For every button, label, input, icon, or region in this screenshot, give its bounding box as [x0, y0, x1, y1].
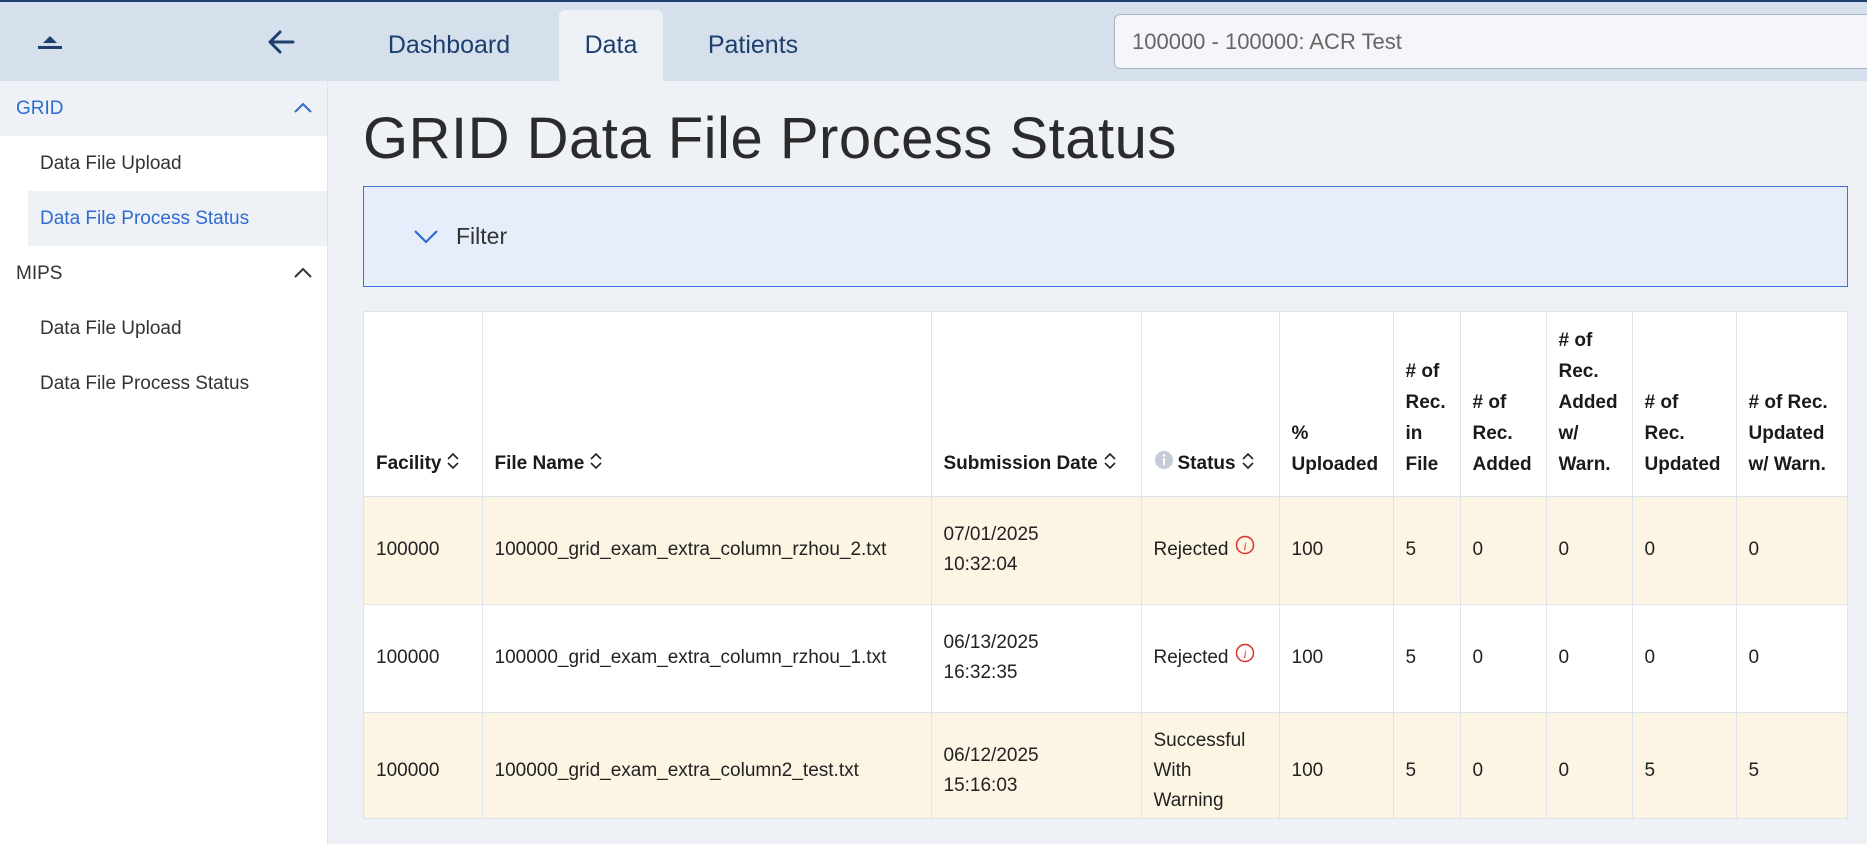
cell-rec-added-warn: 0	[1546, 604, 1633, 713]
table-row: 100000 100000_grid_exam_extra_column_rzh…	[364, 496, 1847, 605]
sidebar-item-label: Data File Upload	[40, 152, 182, 174]
svg-text:i: i	[1243, 539, 1246, 553]
column-header-label: File Name	[494, 453, 585, 475]
chevron-up-icon	[293, 98, 313, 120]
cell-rec-in-file: 5	[1393, 712, 1461, 818]
column-header-rec-added-warn: # of Rec. Added w/ Warn.	[1546, 312, 1633, 497]
column-header-label: Facility	[376, 453, 442, 475]
cell-rec-in-file: 5	[1393, 496, 1461, 605]
rejection-info-icon[interactable]: i	[1235, 535, 1255, 565]
eject-icon[interactable]	[32, 24, 68, 60]
organization-select-value: 100000 - 100000: ACR Test	[1132, 28, 1402, 54]
cell-file-name: 100000_grid_exam_extra_column_rzhou_2.tx…	[482, 496, 932, 605]
info-icon[interactable]	[1154, 449, 1174, 480]
column-header-label: Submission Date	[943, 453, 1098, 475]
cell-rec-updated-warn: 0	[1736, 496, 1847, 605]
sidebar-item-grid-data-file-upload[interactable]: Data File Upload	[0, 136, 327, 191]
sidebar-section-label: MIPS	[16, 262, 63, 284]
cell-rec-updated: 0	[1632, 496, 1737, 605]
submission-time: 16:32:35	[943, 662, 1018, 683]
sidebar: GRID Data File Upload Data File Process …	[0, 2, 328, 844]
sidebar-section-label: GRID	[16, 97, 64, 119]
cell-facility: 100000	[364, 496, 483, 605]
column-header-facility[interactable]: Facility	[364, 312, 483, 497]
sort-icon[interactable]	[590, 449, 602, 480]
process-status-table: Facility File Name Submission Date Statu…	[363, 311, 1848, 819]
tab-patients[interactable]: Patients	[678, 10, 828, 81]
column-header-submission-date[interactable]: Submission Date	[931, 312, 1142, 497]
sidebar-item-label: Data File Process Status	[40, 207, 250, 229]
cell-rec-added-warn: 0	[1546, 496, 1633, 605]
filter-label: Filter	[456, 223, 508, 249]
rejection-info-icon[interactable]: i	[1235, 643, 1255, 673]
cell-rec-added: 0	[1460, 496, 1547, 605]
sidebar-item-grid-data-file-process-status[interactable]: Data File Process Status	[28, 191, 327, 246]
cell-submission-date: 06/12/2025 15:16:03	[931, 712, 1142, 818]
submission-date: 06/13/2025	[943, 632, 1039, 653]
app-window: GRID Data File Upload Data File Process …	[0, 0, 1867, 844]
sidebar-item-label: Data File Process Status	[40, 372, 250, 394]
cell-status: Rejected i	[1141, 496, 1280, 605]
cell-rec-updated-warn: 0	[1736, 604, 1847, 713]
filter-panel-toggle[interactable]: Filter	[363, 186, 1848, 287]
table-row: 100000 100000_grid_exam_extra_column2_te…	[364, 712, 1847, 818]
status-text: Rejected	[1153, 539, 1229, 560]
cell-rec-updated: 5	[1632, 712, 1737, 818]
column-header-status[interactable]: Status	[1141, 312, 1280, 497]
cell-facility: 100000	[364, 712, 483, 818]
table-row: 100000 100000_grid_exam_extra_column_rzh…	[364, 604, 1847, 713]
organization-select[interactable]: 100000 - 100000: ACR Test	[1114, 14, 1867, 69]
main-content: GRID Data File Process Status Filter Fac…	[328, 81, 1867, 844]
cell-submission-date: 06/13/2025 16:32:35	[931, 604, 1142, 713]
cell-file-name: 100000_grid_exam_extra_column_rzhou_1.tx…	[482, 604, 932, 713]
sidebar-item-mips-data-file-upload[interactable]: Data File Upload	[0, 301, 327, 356]
cell-status: Rejected i	[1141, 604, 1280, 713]
cell-rec-updated-warn: 5	[1736, 712, 1847, 818]
cell-percent-uploaded: 100	[1279, 496, 1394, 605]
tab-dashboard[interactable]: Dashboard	[354, 10, 544, 81]
submission-time: 10:32:04	[943, 554, 1018, 575]
sort-icon[interactable]	[1242, 449, 1254, 480]
cell-percent-uploaded: 100	[1279, 712, 1394, 818]
cell-rec-added-warn: 0	[1546, 712, 1633, 818]
svg-text:i: i	[1243, 647, 1246, 661]
sidebar-section-mips[interactable]: MIPS	[0, 246, 327, 301]
sidebar-header	[0, 2, 327, 81]
chevron-down-icon	[412, 228, 440, 246]
sort-icon[interactable]	[1104, 449, 1116, 480]
cell-rec-in-file: 5	[1393, 604, 1461, 713]
cell-submission-date: 07/01/2025 10:32:04	[931, 496, 1142, 605]
column-header-rec-in-file: # of Rec. in File	[1393, 312, 1461, 497]
column-header-rec-added: # of Rec. Added	[1460, 312, 1547, 497]
submission-date: 06/12/2025	[943, 745, 1039, 766]
chevron-up-icon	[293, 263, 313, 285]
column-header-file-name[interactable]: File Name	[482, 312, 932, 497]
submission-time: 15:16:03	[943, 775, 1018, 796]
cell-file-name: 100000_grid_exam_extra_column2_test.txt	[482, 712, 932, 818]
page-title: GRID Data File Process Status	[363, 106, 1177, 171]
cell-status: Successful With Warning	[1141, 712, 1280, 818]
sidebar-item-mips-data-file-process-status[interactable]: Data File Process Status	[0, 356, 327, 411]
cell-rec-added: 0	[1460, 604, 1547, 713]
sidebar-section-grid[interactable]: GRID	[0, 81, 327, 136]
sidebar-item-label: Data File Upload	[40, 317, 182, 339]
sort-icon[interactable]	[447, 449, 460, 480]
cell-facility: 100000	[364, 604, 483, 713]
cell-percent-uploaded: 100	[1279, 604, 1394, 713]
tab-data[interactable]: Data	[559, 10, 663, 81]
collapse-sidebar-arrow-icon[interactable]	[263, 24, 299, 60]
status-text: Rejected	[1153, 647, 1229, 668]
table-header-row: Facility File Name Submission Date Statu…	[364, 312, 1847, 497]
column-header-percent-uploaded: % Uploaded	[1279, 312, 1394, 497]
column-header-rec-updated-warn: # of Rec. Updated w/ Warn.	[1736, 312, 1847, 497]
column-header-label: Status	[1177, 453, 1236, 475]
submission-date: 07/01/2025	[943, 524, 1039, 545]
column-header-rec-updated: # of Rec. Updated	[1632, 312, 1737, 497]
top-navigation: Dashboard Data Patients 100000 - 100000:…	[328, 2, 1867, 81]
cell-rec-added: 0	[1460, 712, 1547, 818]
cell-rec-updated: 0	[1632, 604, 1737, 713]
